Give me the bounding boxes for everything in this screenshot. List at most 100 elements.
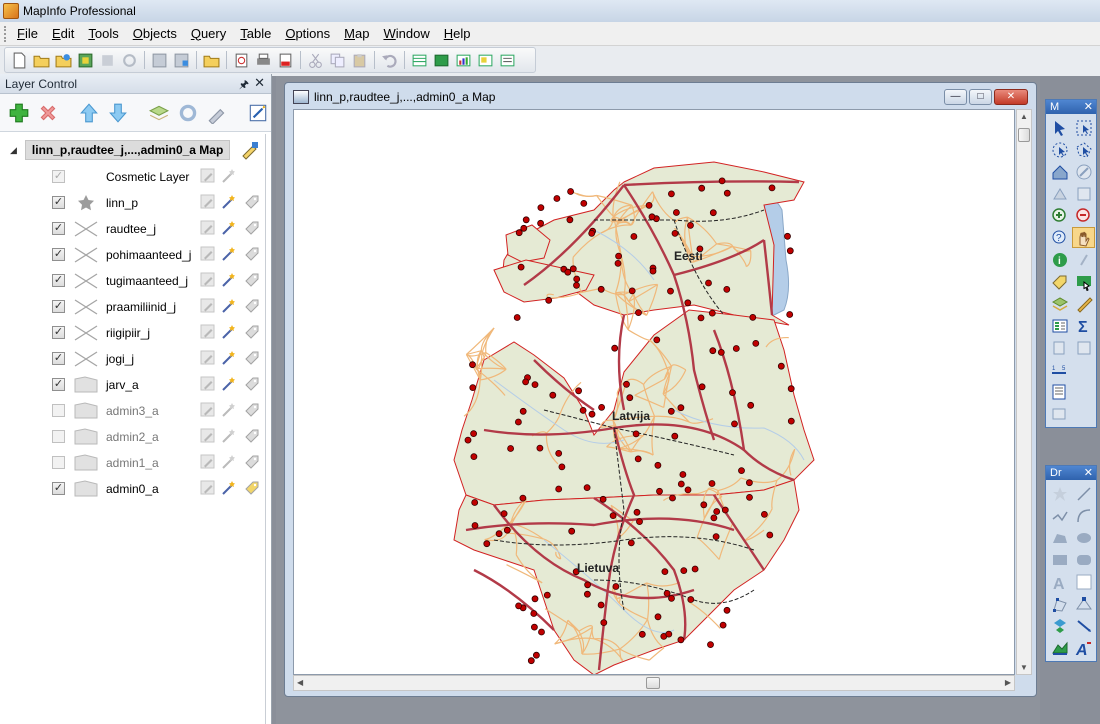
legend-button[interactable] [1048, 315, 1071, 336]
edit-pencil-icon[interactable] [200, 402, 216, 418]
hotlink-button[interactable] [1072, 249, 1095, 270]
city-point[interactable] [537, 219, 545, 227]
city-point[interactable] [543, 591, 551, 599]
city-point[interactable] [626, 394, 634, 402]
info-button[interactable]: i [1048, 249, 1071, 270]
city-point[interactable] [580, 200, 588, 207]
city-point[interactable] [597, 601, 605, 609]
move-layer-up-button[interactable] [76, 100, 101, 125]
label-tag-icon[interactable] [244, 402, 260, 418]
layer-row[interactable]: ✓ raudtee_j [0, 216, 266, 242]
city-point[interactable] [583, 484, 591, 492]
undo-button[interactable] [379, 50, 400, 71]
city-point[interactable] [707, 641, 714, 648]
menu-map[interactable]: Map [337, 23, 376, 45]
layer-row[interactable]: ✓ linn_p [0, 190, 266, 216]
line-style-button[interactable] [1072, 615, 1095, 636]
tool-button-5[interactable] [97, 50, 118, 71]
label-tag-icon[interactable] [244, 350, 260, 366]
city-point[interactable] [677, 480, 685, 488]
city-point[interactable] [723, 285, 731, 293]
city-point[interactable] [752, 339, 760, 347]
display-options-button[interactable] [204, 100, 229, 125]
city-point[interactable] [555, 485, 563, 493]
open-workspace-button[interactable] [53, 50, 74, 71]
city-point[interactable] [634, 455, 642, 463]
city-point[interactable] [615, 252, 623, 260]
city-point[interactable] [729, 389, 736, 397]
label-button[interactable] [1048, 271, 1071, 292]
zoom-out-button[interactable] [1072, 205, 1095, 226]
city-point[interactable] [530, 623, 538, 631]
print-preview-button[interactable] [231, 50, 252, 71]
reorder-button[interactable] [175, 100, 200, 125]
city-point[interactable] [471, 522, 479, 529]
selectable-wand-icon[interactable] [221, 194, 237, 210]
statistics-button[interactable]: Σ [1072, 315, 1095, 336]
selectable-wand-icon[interactable] [221, 246, 237, 262]
edit-pencil-icon[interactable] [200, 428, 216, 444]
layer-visibility-checkbox[interactable]: ✓ [52, 222, 65, 235]
city-point[interactable] [684, 486, 692, 494]
menu-options[interactable]: Options [278, 23, 337, 45]
city-point[interactable] [517, 263, 525, 271]
ruler-button[interactable] [1072, 293, 1095, 314]
minimize-button[interactable]: — [944, 89, 967, 105]
city-point[interactable] [787, 385, 795, 393]
layer-row[interactable]: ✓ jarv_a [0, 372, 266, 398]
city-point[interactable] [668, 594, 675, 602]
select-button[interactable] [1048, 117, 1071, 138]
selectable-wand-icon[interactable] [221, 402, 237, 418]
label-tag-icon[interactable] [244, 428, 260, 444]
city-point[interactable] [583, 590, 591, 598]
scroll-up-icon[interactable]: ▲ [1020, 112, 1028, 121]
change-view-button[interactable]: ? [1048, 227, 1071, 248]
city-point[interactable] [623, 380, 630, 388]
city-point[interactable] [709, 347, 717, 355]
rounded-rectangle-button[interactable] [1072, 549, 1095, 570]
selectable-wand-icon[interactable] [221, 298, 237, 314]
line-button[interactable] [1072, 483, 1095, 504]
city-point[interactable] [671, 230, 679, 237]
city-point[interactable] [598, 403, 606, 411]
menu-objects[interactable]: Objects [126, 23, 184, 45]
city-point[interactable] [569, 265, 577, 273]
city-point[interactable] [536, 444, 544, 452]
move-layer-down-button[interactable] [105, 100, 130, 125]
city-point[interactable] [708, 480, 716, 487]
copy-button[interactable] [327, 50, 348, 71]
city-point[interactable] [713, 508, 721, 515]
city-point[interactable] [721, 506, 729, 514]
city-point[interactable] [573, 275, 581, 283]
city-point[interactable] [575, 387, 583, 395]
city-point[interactable] [568, 527, 576, 535]
city-point[interactable] [705, 279, 712, 287]
city-point[interactable] [661, 568, 669, 576]
label-tag-icon[interactable] [244, 272, 260, 288]
rectangle-button[interactable] [1048, 549, 1071, 570]
city-point[interactable] [669, 494, 676, 502]
city-point[interactable] [531, 595, 539, 603]
print-button[interactable] [253, 50, 274, 71]
polyline-button[interactable] [1048, 505, 1071, 526]
city-point[interactable] [555, 449, 563, 457]
new-map-button[interactable] [431, 50, 452, 71]
city-point[interactable] [514, 418, 522, 426]
city-point[interactable] [636, 518, 643, 526]
city-point[interactable] [469, 384, 477, 392]
city-point[interactable] [627, 539, 635, 547]
city-point[interactable] [656, 487, 663, 495]
city-point[interactable] [471, 499, 479, 506]
layer-visibility-checkbox[interactable]: ✓ [52, 274, 65, 287]
city-point[interactable] [645, 202, 653, 209]
label-tag-icon[interactable] [244, 454, 260, 470]
city-point[interactable] [579, 406, 587, 414]
city-point[interactable] [632, 430, 640, 438]
layer-row[interactable]: ✓ admin0_a [0, 476, 266, 502]
symbol-style-button[interactable] [1048, 615, 1071, 636]
frame-button[interactable] [1072, 571, 1095, 592]
city-point[interactable] [584, 581, 592, 589]
city-point[interactable] [665, 630, 673, 638]
region-style-button[interactable] [1048, 637, 1071, 658]
city-point[interactable] [519, 407, 527, 415]
